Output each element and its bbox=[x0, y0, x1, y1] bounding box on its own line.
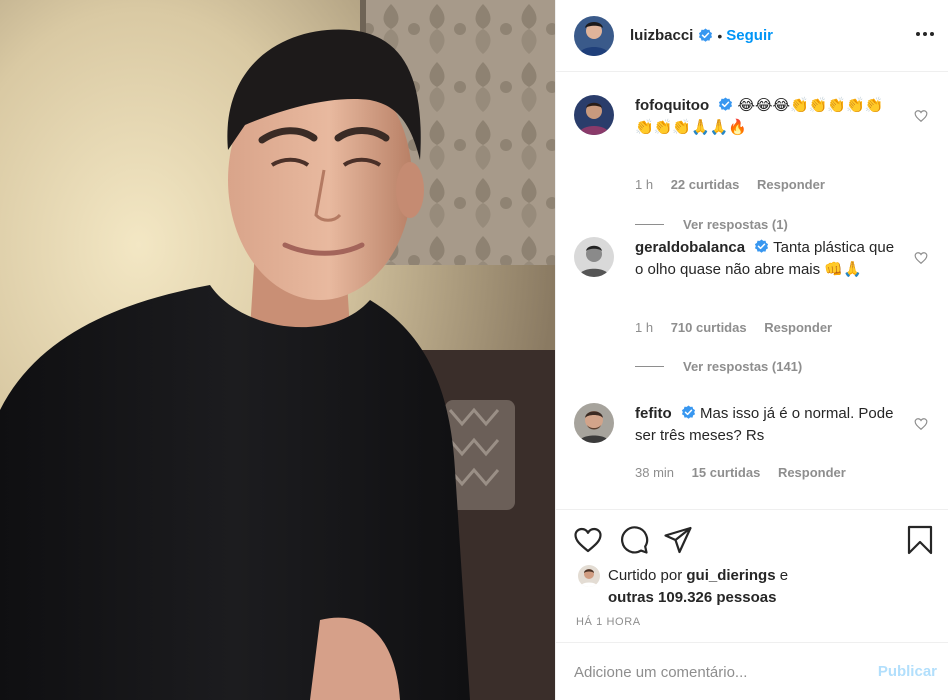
comment-likes-count[interactable]: 15 curtidas bbox=[692, 465, 761, 480]
comment-username[interactable]: fefito bbox=[635, 405, 672, 422]
comment-reply-button[interactable]: Responder bbox=[778, 465, 846, 480]
comment-likes-count[interactable]: 22 curtidas bbox=[671, 177, 740, 192]
commenter-avatar[interactable] bbox=[574, 95, 614, 135]
comment-likes-count[interactable]: 710 curtidas bbox=[671, 320, 747, 335]
comment-time[interactable]: 1 h bbox=[635, 320, 653, 335]
view-replies-button[interactable]: Ver respostas (141) bbox=[635, 359, 802, 374]
post-timestamp[interactable]: HÁ 1 HORA bbox=[576, 616, 641, 628]
comment-body: geraldobalanca Tanta plástica que o olho… bbox=[635, 237, 901, 281]
post-photo[interactable] bbox=[0, 0, 555, 700]
header-separator: • bbox=[717, 27, 723, 44]
post-header: luizbacci • Seguir bbox=[556, 0, 948, 72]
comment-body: fefito Mas isso já é o normal. Pode ser … bbox=[635, 403, 901, 447]
likes-others-count[interactable]: outras 109.326 pessoas bbox=[608, 589, 776, 606]
comment-meta: 1 h 22 curtidas Responder bbox=[635, 177, 839, 192]
comment-like-heart-icon[interactable] bbox=[914, 109, 928, 123]
comment-body: fofoquitoo 😂😂😂👏👏👏👏👏👏👏👏🙏🙏🔥 bbox=[635, 95, 901, 139]
verified-badge-icon bbox=[681, 405, 695, 419]
comment-time[interactable]: 1 h bbox=[635, 177, 653, 192]
add-comment-bar: Publicar bbox=[556, 642, 948, 700]
comment-icon[interactable] bbox=[618, 524, 650, 556]
author-avatar[interactable] bbox=[574, 15, 614, 56]
commenter-avatar[interactable] bbox=[574, 403, 614, 443]
view-replies-label: Ver respostas (1) bbox=[683, 217, 788, 232]
verified-badge-icon bbox=[755, 239, 769, 253]
comment-reply-button[interactable]: Responder bbox=[764, 320, 832, 335]
comments-list: fofoquitoo 😂😂😂👏👏👏👏👏👏👏👏🙏🙏🔥 1 h 22 curtida… bbox=[556, 73, 948, 509]
likes-text: Curtido por gui_dierings e outras 109.32… bbox=[608, 565, 838, 609]
bookmark-icon[interactable] bbox=[904, 524, 936, 556]
view-replies-label: Ver respostas (141) bbox=[683, 359, 803, 374]
more-dot bbox=[923, 32, 927, 36]
liker-avatar[interactable] bbox=[578, 565, 600, 587]
comment-like-heart-icon[interactable] bbox=[914, 417, 928, 431]
likes-prefix: Curtido por bbox=[608, 567, 683, 584]
instagram-post: luizbacci • Seguir fofoquitoo 😂😂😂👏👏👏👏👏👏👏… bbox=[0, 0, 948, 700]
more-options-icon[interactable] bbox=[913, 22, 937, 46]
replies-divider-line bbox=[635, 224, 664, 225]
action-bar bbox=[572, 524, 936, 556]
likes-conjunction: e bbox=[779, 567, 789, 584]
more-dot bbox=[930, 32, 934, 36]
publish-button[interactable]: Publicar bbox=[878, 663, 937, 680]
post-actions-section: Curtido por gui_dierings e outras 109.32… bbox=[556, 509, 948, 641]
post-side-panel: luizbacci • Seguir fofoquitoo 😂😂😂👏👏👏👏👏👏👏… bbox=[555, 0, 948, 700]
follow-button[interactable]: Seguir bbox=[726, 27, 773, 44]
replies-divider-line bbox=[635, 366, 664, 367]
comment-meta: 38 min 15 curtidas Responder bbox=[635, 465, 860, 480]
comment-username[interactable]: fofoquitoo bbox=[635, 97, 709, 114]
post-photo-image bbox=[0, 0, 555, 700]
commenter-avatar[interactable] bbox=[574, 237, 614, 277]
verified-badge-icon bbox=[719, 97, 733, 111]
comment-meta: 1 h 710 curtidas Responder bbox=[635, 320, 846, 335]
comment-text: Mas isso já é o normal. Pode ser três me… bbox=[635, 405, 894, 444]
liker-username[interactable]: gui_dierings bbox=[686, 567, 775, 584]
share-icon[interactable] bbox=[662, 524, 694, 556]
heart-icon[interactable] bbox=[572, 524, 604, 556]
view-replies-button[interactable]: Ver respostas (1) bbox=[635, 217, 788, 232]
likes-summary: Curtido por gui_dierings e outras 109.32… bbox=[578, 565, 838, 609]
more-dot bbox=[916, 32, 920, 36]
comment-username[interactable]: geraldobalanca bbox=[635, 239, 745, 256]
comment-like-heart-icon[interactable] bbox=[914, 251, 928, 265]
verified-badge-icon bbox=[699, 28, 713, 42]
comment-input[interactable] bbox=[574, 661, 844, 683]
comment-time[interactable]: 38 min bbox=[635, 465, 674, 480]
author-username[interactable]: luizbacci bbox=[630, 27, 693, 44]
comment-reply-button[interactable]: Responder bbox=[757, 177, 825, 192]
